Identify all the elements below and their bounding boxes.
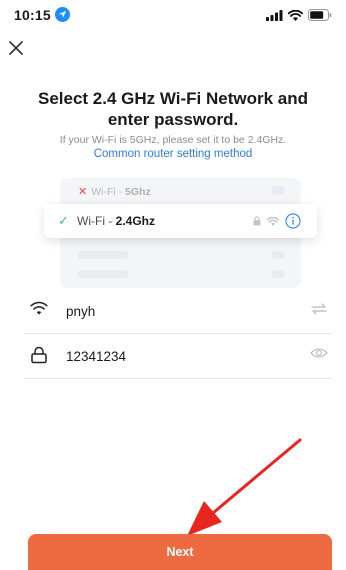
next-button[interactable]: Next xyxy=(28,534,332,570)
pointer-arrow-icon xyxy=(187,438,302,536)
